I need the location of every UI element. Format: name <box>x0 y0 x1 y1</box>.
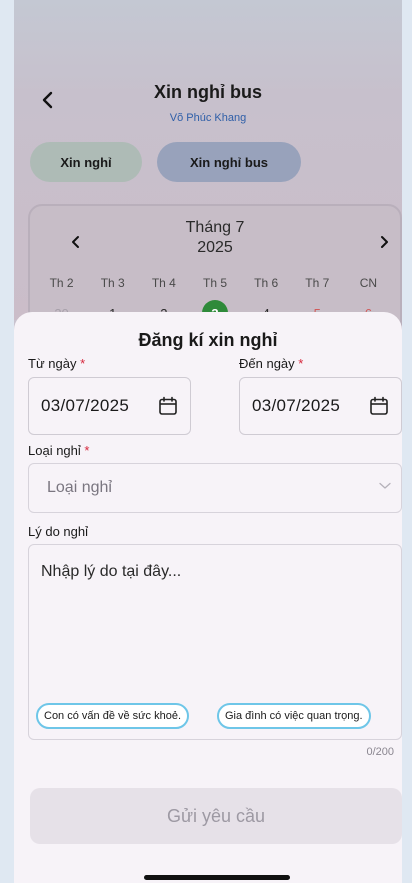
weekday-row: Th 2 Th 3 Th 4 Th 5 Th 6 Th 7 CN <box>30 276 400 290</box>
reason-label: Lý do nghỉ <box>28 524 88 539</box>
calendar-month-name: Tháng 7 <box>185 219 245 236</box>
calendar-next-button[interactable] <box>374 232 394 252</box>
page-subtitle: Võ Phúc Khang <box>169 112 247 124</box>
required-mark: * <box>80 356 86 371</box>
reason-textarea[interactable]: Nhập lý do tại đây... Con có vấn đề về s… <box>28 544 402 740</box>
weekday-label: Th 4 <box>151 276 176 290</box>
submit-button[interactable]: Gửi yêu cầu <box>30 788 402 844</box>
weekday-label: Th 2 <box>49 276 74 290</box>
leave-type-placeholder: Loại nghỉ <box>47 479 112 496</box>
to-date-value: 03/07/2025 <box>252 396 341 415</box>
tab-xin-nghi[interactable]: Xin nghỉ <box>30 142 142 182</box>
form-title: Đăng kí xin nghỉ <box>138 330 278 350</box>
character-counter: 0/200 <box>366 746 394 758</box>
calendar-icon[interactable] <box>369 396 389 416</box>
leave-type-label: Loại nghỉ * <box>28 443 90 458</box>
weekday-label: Th 6 <box>254 276 279 290</box>
calendar-month: Tháng 7 2025 <box>30 218 400 258</box>
leave-form-sheet: Đăng kí xin nghỉ Từ ngày * Đến ngày * 03… <box>14 312 402 883</box>
from-date-field[interactable]: 03/07/2025 <box>28 377 191 435</box>
to-date-label: Đến ngày * <box>239 356 304 371</box>
chevron-right-icon <box>381 236 388 248</box>
reason-placeholder: Nhập lý do tại đây... <box>41 563 182 580</box>
weekday-label: CN <box>359 276 378 290</box>
chevron-down-icon <box>379 482 391 489</box>
page-title: Xin nghỉ bus <box>154 82 262 102</box>
required-mark: * <box>298 356 304 371</box>
from-date-label: Từ ngày * <box>28 356 86 371</box>
weekday-label: Th 3 <box>100 276 125 290</box>
tab-xin-nghi-bus[interactable]: Xin nghỉ bus <box>157 142 301 182</box>
suggestion-chip[interactable]: Gia đình có việc quan trọng. <box>217 703 371 729</box>
calendar-year: 2025 <box>197 239 233 256</box>
suggestion-chip[interactable]: Con có vấn đề về sức khoẻ. <box>36 703 189 729</box>
leave-type-select[interactable]: Loại nghỉ <box>28 463 402 513</box>
required-mark: * <box>84 443 90 458</box>
from-date-value: 03/07/2025 <box>41 396 130 415</box>
to-date-field[interactable]: 03/07/2025 <box>239 377 402 435</box>
home-indicator[interactable] <box>144 875 290 880</box>
weekday-label: Th 5 <box>202 276 227 290</box>
calendar-icon[interactable] <box>158 396 178 416</box>
phone-screen: Xin nghỉ bus Võ Phúc Khang Xin nghỉ Xin … <box>14 0 402 883</box>
weekday-label: Th 7 <box>305 276 330 290</box>
